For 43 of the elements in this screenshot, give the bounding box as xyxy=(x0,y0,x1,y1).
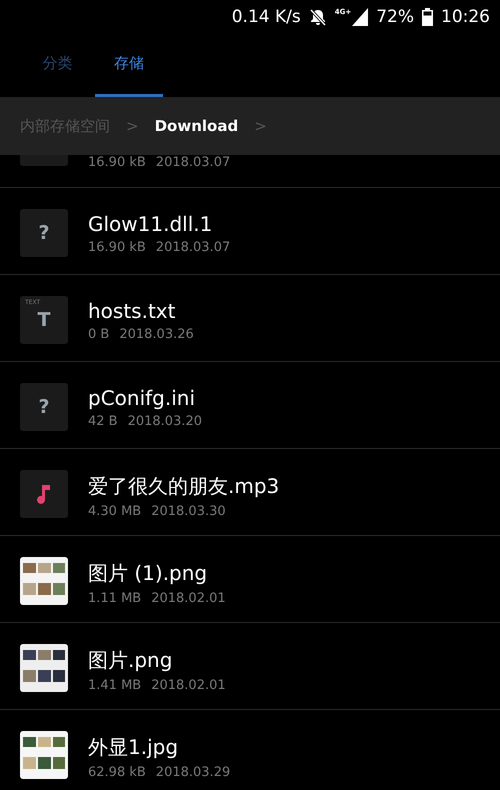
icon-glyph: T xyxy=(38,309,50,331)
file-row[interactable]: ? pConifg.ini 42 B 2018.03.20 xyxy=(0,362,500,449)
file-date: 2018.03.07 xyxy=(156,240,230,255)
file-date: 2018.03.20 xyxy=(128,414,202,429)
file-date: 2018.02.01 xyxy=(151,591,226,606)
file-name: 爱了很久的朋友.mp3 xyxy=(88,473,280,500)
file-row[interactable]: 外显1.jpg 62.98 kB 2018.03.29 xyxy=(0,710,500,790)
file-name: Glow11.dll.1 xyxy=(88,212,214,236)
file-size: 16.90 kB xyxy=(88,155,146,170)
file-name: hosts.txt xyxy=(88,299,176,323)
file-size: 0 B xyxy=(88,327,110,342)
battery-level: 72% xyxy=(376,6,414,26)
chevron-icon: > xyxy=(126,117,139,135)
unknown-file-icon: ? xyxy=(20,209,68,257)
clock: 10:26 xyxy=(441,6,490,26)
battery-icon xyxy=(422,8,433,26)
file-date: 2018.03.07 xyxy=(156,155,230,170)
file-row[interactable]: ? Glow11.dll.1 16.90 kB 2018.03.07 xyxy=(0,188,500,275)
file-row[interactable]: 16.90 kB 2018.03.07 xyxy=(0,155,500,188)
file-row[interactable]: 图片 (1).png 1.11 MB 2018.02.01 xyxy=(0,536,500,623)
music-note-icon xyxy=(37,484,51,504)
file-name: 图片 (1).png xyxy=(88,560,208,587)
signal-icon xyxy=(352,8,368,26)
file-name: pConifg.ini xyxy=(88,386,196,410)
file-date: 2018.03.30 xyxy=(151,504,226,519)
file-name: 外显1.jpg xyxy=(88,734,180,761)
file-size: 1.11 MB xyxy=(88,591,142,606)
file-size: 4.30 MB xyxy=(88,504,142,519)
file-row[interactable]: 图片.png 1.41 MB 2018.02.01 xyxy=(0,623,500,710)
network-speed: 0.14 K/s xyxy=(232,6,301,26)
file-size: 42 B xyxy=(88,414,118,429)
unknown-file-icon: ? xyxy=(20,383,68,431)
file-size: 62.98 kB xyxy=(88,765,146,780)
file-size: 1.41 MB xyxy=(88,678,142,693)
file-date: 2018.03.29 xyxy=(156,765,230,780)
file-date: 2018.02.01 xyxy=(151,678,226,693)
breadcrumb-item[interactable]: Download xyxy=(154,117,238,135)
chevron-icon: > xyxy=(254,117,267,135)
file-name: 图片.png xyxy=(88,647,174,674)
file-date: 2018.03.26 xyxy=(119,327,194,342)
file-size: 16.90 kB xyxy=(88,240,146,255)
file-row[interactable]: 爱了很久的朋友.mp3 4.30 MB 2018.03.30 xyxy=(0,449,500,536)
bell-off-icon xyxy=(308,8,327,26)
